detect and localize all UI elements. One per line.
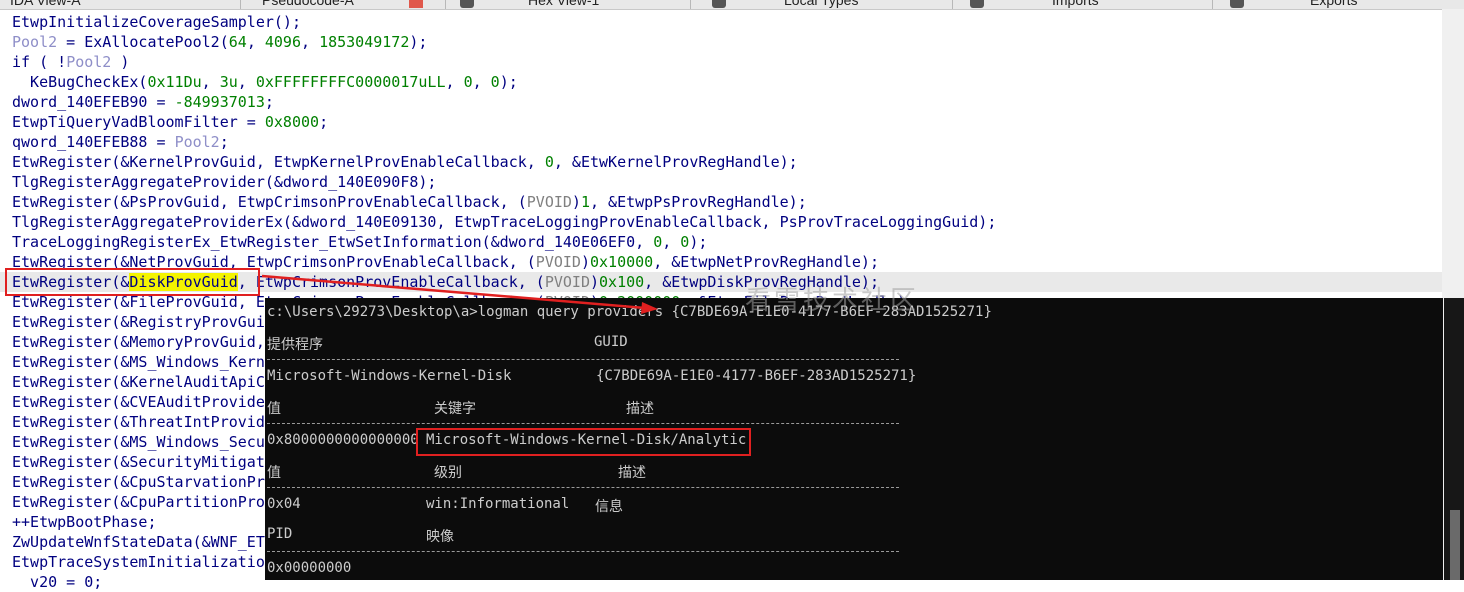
arrow-head-icon xyxy=(641,302,658,314)
arrow-line xyxy=(261,274,646,310)
annotation-arrow xyxy=(261,274,658,314)
